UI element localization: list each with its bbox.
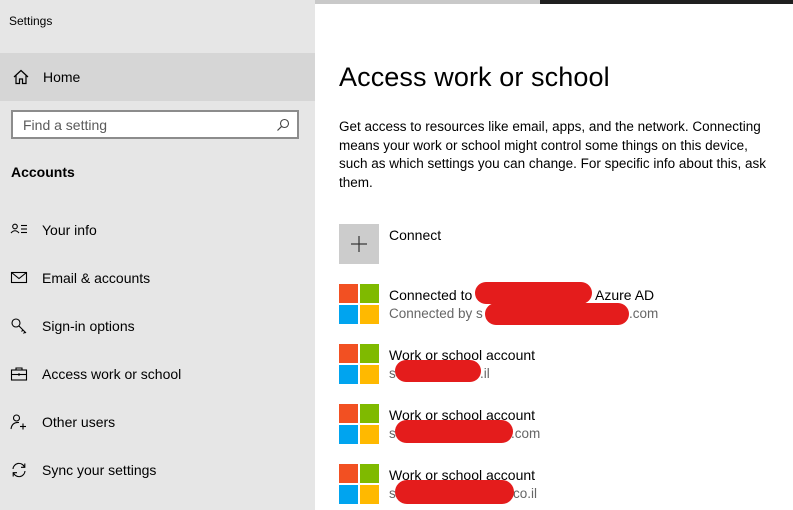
key-icon <box>11 318 27 334</box>
search-box[interactable] <box>11 110 299 139</box>
account-item[interactable]: Work or school account s co.il <box>339 464 779 506</box>
sidebar-item-label: Other users <box>42 414 116 430</box>
microsoft-logo-icon <box>339 404 379 444</box>
sidebar-item-sync-your-settings[interactable]: Sync your settings <box>0 450 315 490</box>
account-item[interactable]: Connected to Azure AD Connected by s .co… <box>339 282 779 326</box>
account-title-prefix: Connected to <box>389 287 473 303</box>
sidebar-item-sign-in-options[interactable]: Sign-in options <box>0 306 315 346</box>
account-subtitle-suffix: .il <box>480 366 490 381</box>
connect-button[interactable] <box>339 224 379 264</box>
account-item[interactable]: Work or school account s .com <box>339 404 779 446</box>
account-subtitle-prefix: Connected by s <box>389 306 483 321</box>
microsoft-logo-icon <box>339 284 379 324</box>
redaction-mark <box>475 282 592 304</box>
connect-label[interactable]: Connect <box>389 227 441 243</box>
account-subtitle-suffix: .com <box>511 426 541 441</box>
sidebar-item-label: Sync your settings <box>42 462 157 478</box>
section-title-accounts: Accounts <box>11 164 75 180</box>
sync-icon <box>12 462 26 478</box>
account-subtitle-suffix: co.il <box>513 486 538 501</box>
app-title: Settings <box>9 14 53 28</box>
plus-icon <box>351 236 367 252</box>
microsoft-logo-icon <box>339 464 379 504</box>
sidebar-item-access-work-or-school[interactable]: Access work or school <box>0 354 315 394</box>
sidebar-item-other-users[interactable]: Other users <box>0 402 315 442</box>
account-item[interactable]: Work or school account s .il <box>339 344 779 386</box>
search-icon[interactable] <box>275 117 291 133</box>
sidebar-item-label: Email & accounts <box>42 270 151 286</box>
add-person-icon <box>10 414 26 430</box>
sidebar-item-label: Access work or school <box>42 366 182 382</box>
redaction-mark <box>395 480 514 504</box>
sidebar-item-label: Your info <box>42 222 97 238</box>
main-content: Access work or school Get access to reso… <box>315 0 793 510</box>
redaction-mark <box>395 420 513 443</box>
account-title-suffix: Azure AD <box>595 287 655 303</box>
page-title: Access work or school <box>339 62 610 92</box>
home-label: Home <box>43 69 81 85</box>
sidebar-item-label: Sign-in options <box>42 318 135 334</box>
redaction-mark <box>485 303 629 325</box>
search-input[interactable] <box>23 116 263 134</box>
page-description: Get access to resources like email, apps… <box>339 119 766 190</box>
sidebar-item-your-info[interactable]: Your info <box>0 210 315 250</box>
microsoft-logo-icon <box>339 344 379 384</box>
sidebar-home[interactable]: Home <box>0 53 315 101</box>
home-icon <box>13 69 29 85</box>
mail-icon <box>10 271 28 284</box>
sidebar: Settings Home Accounts Your info Email &… <box>0 0 315 510</box>
briefcase-icon <box>10 367 28 381</box>
sidebar-item-email-accounts[interactable]: Email & accounts <box>0 258 315 298</box>
redaction-mark <box>395 360 481 382</box>
person-card-icon <box>10 223 27 234</box>
account-subtitle-suffix: .com <box>629 306 659 321</box>
